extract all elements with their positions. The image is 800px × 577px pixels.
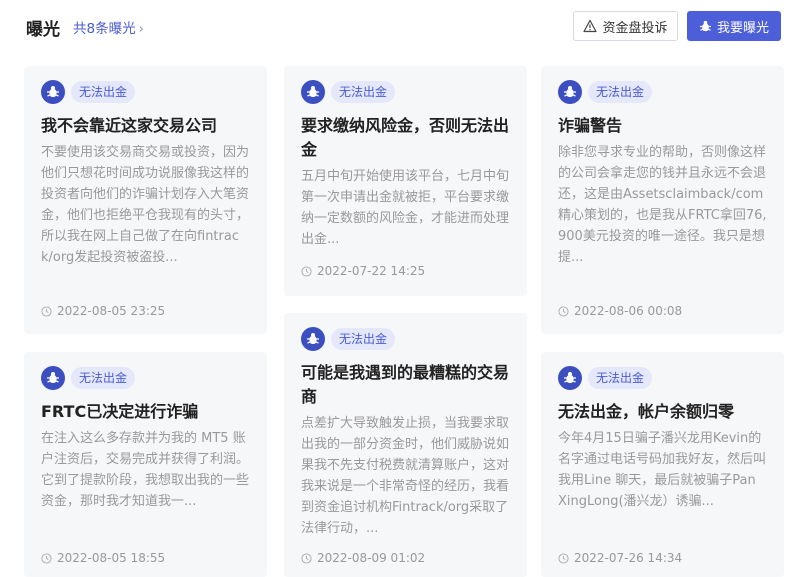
card-date-text: 2022-08-09 01:02 <box>317 551 426 565</box>
card-title: 要求缴纳风险金，否则无法出金 <box>301 116 510 159</box>
card-date: 2022-08-05 18:55 <box>41 551 165 565</box>
complain-button-label: 资金盘投诉 <box>602 20 668 36</box>
card-date: 2022-08-05 23:25 <box>41 304 165 318</box>
card-description: 除非您寻求专业的帮助，否则像这样的公司会拿走您的钱并且永远不会退还，这是由Ass… <box>558 145 767 265</box>
status-tag: 无法出金 <box>71 367 136 389</box>
clock-icon <box>41 305 52 317</box>
card-date: 2022-08-06 00:08 <box>558 304 682 318</box>
expose-button-label: 我要曝光 <box>716 20 769 36</box>
card-description: 点差扩大导致触发止损，当我要求取出我的一部分资金时，他们威胁说如果我不先支付税费… <box>301 416 510 536</box>
bug-icon <box>41 80 65 104</box>
card-date: 2022-07-26 14:34 <box>558 551 682 565</box>
bug-icon <box>301 80 325 104</box>
exposure-card[interactable]: 无法出金 我不会靠近这家交易公司 不要使用该交易商交易或投资，因为他们只想花时间… <box>24 66 267 334</box>
complain-button[interactable]: 资金盘投诉 <box>573 11 678 41</box>
status-tag: 无法出金 <box>331 81 396 103</box>
bug-icon <box>301 327 325 351</box>
bug-icon <box>41 366 65 390</box>
card-description: 不要使用该交易商交易或投资，因为他们只想花时间成功说服像我这样的投资者向他们的诈… <box>41 145 250 265</box>
exposure-card[interactable]: 无法出金 诈骗警告 除非您寻求专业的帮助，否则像这样的公司会拿走您的钱并且永远不… <box>541 66 784 334</box>
clock-icon <box>41 552 52 564</box>
card-date-text: 2022-08-05 23:25 <box>57 304 166 318</box>
card-title: 诈骗警告 <box>558 116 623 135</box>
card-description: 在注入这么多存款并为我的 MT5 账户注资后，交易完成并获得了利润。它到了提款阶… <box>41 431 250 509</box>
bug-icon <box>558 366 582 390</box>
exposure-card[interactable]: 无法出金 要求缴纳风险金，否则无法出金 五月中旬开始使用该平台，七月中旬第一次申… <box>284 66 527 296</box>
bug-icon <box>558 80 582 104</box>
card-description: 今年4月15日骗子潘兴龙用Kevin的名字通过电话号码加我好友，然后叫我用Lin… <box>558 431 767 509</box>
card-date-text: 2022-07-22 14:25 <box>317 264 426 278</box>
card-date-text: 2022-08-06 00:08 <box>574 304 683 318</box>
clock-icon <box>301 552 312 564</box>
status-tag: 无法出金 <box>71 81 136 103</box>
status-tag: 无法出金 <box>331 328 396 350</box>
clock-icon <box>558 305 569 317</box>
card-date: 2022-07-22 14:25 <box>301 264 425 278</box>
warning-icon <box>583 19 598 33</box>
expose-button[interactable]: 我要曝光 <box>687 11 781 41</box>
card-title: 无法出金，帐户余额归零 <box>558 402 735 421</box>
exposure-count-link[interactable]: 共8条曝光 › <box>73 17 144 37</box>
card-date: 2022-08-09 01:02 <box>301 551 425 565</box>
clock-icon <box>301 265 312 277</box>
card-title: 可能是我遇到的最糟糕的交易商 <box>301 363 510 406</box>
card-title: 我不会靠近这家交易公司 <box>41 116 218 135</box>
card-title: FRTC已决定进行诈骗 <box>41 402 199 421</box>
status-tag: 无法出金 <box>588 367 653 389</box>
exposure-card[interactable]: 无法出金 无法出金，帐户余额归零 今年4月15日骗子潘兴龙用Kevin的名字通过… <box>541 352 784 577</box>
page-title: 曝光 <box>26 20 60 40</box>
page-header: 曝光 共8条曝光 › 资金盘投诉 我要曝光 <box>0 0 800 52</box>
card-date-text: 2022-07-26 14:34 <box>574 551 683 565</box>
exposure-card[interactable]: 无法出金 可能是我遇到的最糟糕的交易商 点差扩大导致触发止损，当我要求取出我的一… <box>284 313 527 577</box>
exposure-card[interactable]: 无法出金 FRTC已决定进行诈骗 在注入这么多存款并为我的 MT5 账户注资后，… <box>24 352 267 577</box>
chevron-right-icon: › <box>138 22 144 37</box>
clock-icon <box>558 552 569 564</box>
card-description: 五月中旬开始使用该平台，七月中旬第一次申请出金就被拒，平台要求缴纳一定数额的风险… <box>301 169 510 247</box>
card-date-text: 2022-08-05 18:55 <box>57 551 166 565</box>
status-tag: 无法出金 <box>588 81 653 103</box>
bug-icon <box>699 20 712 31</box>
exposure-count-label: 共8条曝光 <box>73 21 136 37</box>
